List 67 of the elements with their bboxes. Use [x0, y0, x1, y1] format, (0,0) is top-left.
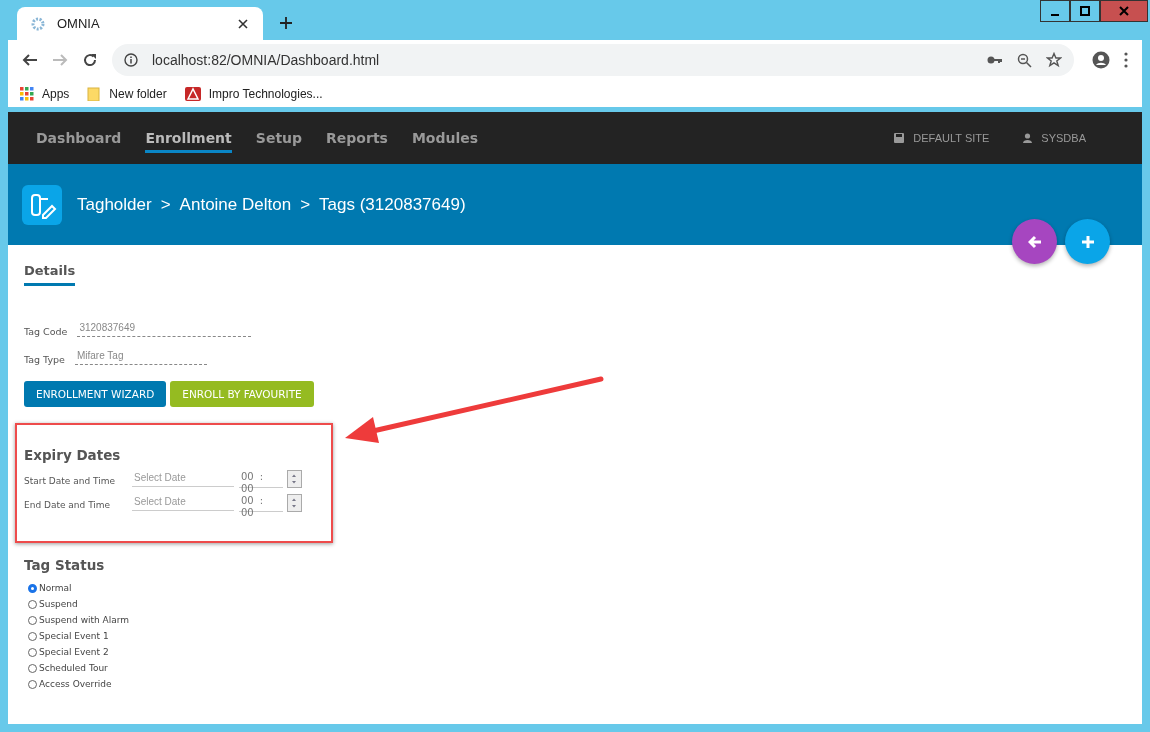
address-bar[interactable]: localhost:82/OMNIA/Dashboard.html — [112, 44, 1074, 76]
breadcrumb-item: > — [160, 194, 171, 215]
radio-option[interactable]: Suspend — [28, 596, 1126, 612]
field-label: Tag Code — [24, 326, 68, 337]
wizard-button[interactable]: ENROLLMENT WIZARD — [24, 381, 167, 407]
radio-option[interactable]: Normal — [28, 580, 1126, 596]
add-button[interactable] — [1065, 219, 1110, 264]
bookmark-item[interactable]: Impro Technologies... — [184, 86, 323, 101]
bookmark-item[interactable]: New folder — [87, 86, 167, 101]
close-icon — [1119, 6, 1129, 16]
plus-icon[interactable] — [279, 16, 293, 30]
save-icon — [894, 133, 905, 143]
radio-option[interactable]: Special Event 2 — [28, 644, 1126, 660]
gear-icon — [31, 16, 45, 31]
date-field[interactable]: Select Date — [132, 470, 234, 487]
details-tab[interactable]: Details — [24, 263, 76, 286]
section-title: Tag Status — [24, 557, 106, 573]
back-button[interactable] — [1012, 219, 1057, 264]
nav-tab[interactable]: Reports — [326, 123, 388, 153]
maximize-button[interactable] — [1070, 0, 1100, 22]
readonly-field: 3120837649 — [77, 322, 252, 337]
breadcrumb-item: Tagholder — [77, 194, 152, 215]
spinner-control[interactable] — [287, 470, 302, 488]
browser-tab[interactable]: OMNIA — [17, 7, 263, 40]
tag-edit-icon — [22, 184, 62, 225]
zoom-out-icon[interactable] — [1017, 52, 1032, 68]
account-icon[interactable] — [1092, 51, 1110, 69]
star-icon[interactable] — [1046, 52, 1062, 68]
folder-icon — [87, 86, 102, 101]
spinner-control[interactable] — [287, 494, 302, 512]
close-icon[interactable] — [237, 17, 249, 30]
radio-option[interactable]: Access Override — [28, 676, 1126, 692]
radio-option[interactable]: Scheduled Tour — [28, 660, 1126, 676]
close-button[interactable] — [1100, 0, 1148, 22]
minimize-icon — [1051, 14, 1059, 16]
plus-icon — [1080, 234, 1095, 249]
user-icon — [1023, 133, 1033, 143]
field-label: Start Date and Time — [24, 475, 117, 486]
breadcrumb-item: Antoine Delton — [179, 194, 292, 215]
url-text: localhost:82/OMNIA/Dashboard.html — [152, 52, 380, 68]
reload-icon[interactable] — [82, 52, 98, 68]
minimize-button[interactable] — [1040, 0, 1070, 22]
back-icon[interactable] — [22, 52, 38, 68]
info-icon — [124, 53, 138, 67]
nav-tab[interactable]: Dashboard — [36, 123, 122, 153]
field-label: End Date and Time — [24, 499, 112, 510]
bookmark-item[interactable]: Apps — [20, 86, 70, 101]
date-field[interactable]: Select Date — [132, 494, 234, 511]
maximize-icon — [1080, 6, 1090, 16]
tab-title: OMNIA — [57, 16, 101, 31]
nav-tab[interactable]: Setup — [255, 123, 303, 153]
arrow-left-icon — [1027, 234, 1042, 249]
site-label[interactable]: DEFAULT SITE — [913, 132, 990, 144]
apps-grid-icon — [20, 86, 34, 101]
menu-icon[interactable] — [1124, 52, 1128, 68]
site-logo-icon — [184, 86, 201, 101]
nav-tab[interactable]: Enrollment — [145, 123, 232, 153]
nav-tab[interactable]: Modules — [411, 123, 479, 153]
readonly-field: Mifare Tag — [74, 350, 207, 365]
user-label[interactable]: SYSDBA — [1041, 132, 1086, 144]
field-label: Tag Type — [24, 354, 65, 365]
breadcrumb-item: Tags (3120837649) — [319, 194, 466, 215]
section-title: Expiry Dates — [24, 447, 122, 463]
key-icon[interactable] — [987, 55, 1003, 65]
breadcrumb-item: > — [300, 194, 311, 215]
radio-option[interactable]: Special Event 1 — [28, 628, 1126, 644]
radio-option[interactable]: Suspend with Alarm — [28, 612, 1126, 628]
